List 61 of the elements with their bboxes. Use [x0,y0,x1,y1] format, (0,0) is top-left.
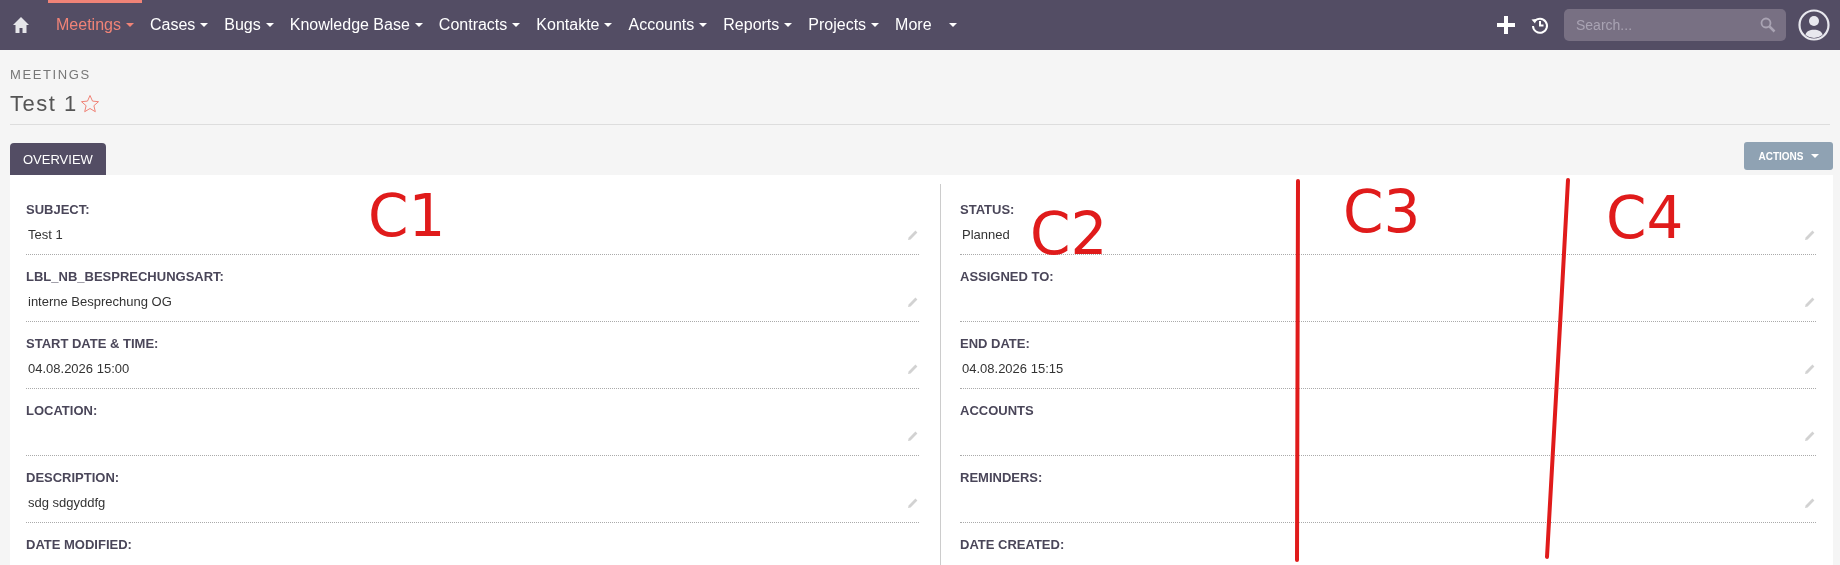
nav-menu-item[interactable]: Reports [715,0,801,50]
module-name: MEETINGS [10,67,91,83]
caret-icon [1810,154,1819,158]
caret-icon [784,23,793,27]
record-title: Test 1 [10,91,78,117]
field-label: START DATE & TIME: [26,335,159,353]
history-icon[interactable] [1530,15,1550,35]
field-label: ASSIGNED TO: [960,268,1054,286]
field-label: ACCOUNTS [960,402,1034,420]
handwritten-label: C2 [1030,200,1108,268]
caret-icon [512,23,521,27]
handwritten-label: C3 [1343,178,1421,246]
pencil-icon[interactable] [1804,296,1816,308]
field-value: Planned [961,226,1010,244]
caret-icon [948,23,957,27]
field-value: Test 1 [27,226,63,244]
pencil-icon[interactable] [1804,229,1816,241]
field-value: 04.08.2026 15:15 [961,360,1064,378]
field-label: LBL_NB_BESPRECHUNGSART: [26,268,224,286]
nav-menu-item[interactable]: Bugs [216,0,282,50]
pencil-icon[interactable] [907,363,919,375]
plus-icon[interactable] [1496,15,1516,35]
nav-menu-item[interactable]: Projects [800,0,888,50]
pencil-icon[interactable] [907,497,919,509]
handwritten-label: C4 [1606,184,1684,252]
handwritten-label: C1 [368,182,446,250]
pencil-icon[interactable] [1804,363,1816,375]
field-label: LOCATION: [26,402,98,420]
nav-menu-item[interactable]: Accounts [620,0,716,50]
nav-menu-item[interactable]: Cases [141,0,217,50]
nav-menu-item[interactable]: Kontakte [528,0,621,50]
field-label: DATE MODIFIED: [26,536,132,554]
favorite-star-icon[interactable] [79,94,100,114]
user-avatar-icon[interactable] [1798,9,1830,41]
nav-menu-item[interactable]: More [887,0,965,50]
field-label: REMINDERS: [960,469,1043,487]
caret-icon [699,23,708,27]
pencil-icon[interactable] [907,296,919,308]
field-label: SUBJECT: [26,201,90,219]
caret-icon [604,23,613,27]
nav-menu-item[interactable]: Contracts [430,0,529,50]
field-label: DATE CREATED: [960,536,1065,554]
pencil-icon[interactable] [1804,497,1816,509]
caret-icon [265,23,274,27]
nav-menu-item[interactable]: Knowledge Base [281,0,431,50]
field-value: sdg sdgyddfg [27,494,106,512]
field-value: 04.08.2026 15:00 [27,360,130,378]
field-label: STATUS: [960,201,1015,219]
caret-icon [200,23,209,27]
home-icon[interactable] [12,16,30,34]
pencil-icon[interactable] [907,229,919,241]
pencil-icon[interactable] [1804,430,1816,442]
field-label: END DATE: [960,335,1030,353]
field-label: DESCRIPTION: [26,469,120,487]
field-value: interne Besprechung OG [27,293,172,311]
caret-icon [414,23,423,27]
caret-icon [125,23,134,27]
search-icon[interactable] [1760,17,1776,33]
caret-icon [871,23,880,27]
overview-tab[interactable]: OVERVIEW [10,143,106,175]
pencil-icon[interactable] [907,430,919,442]
